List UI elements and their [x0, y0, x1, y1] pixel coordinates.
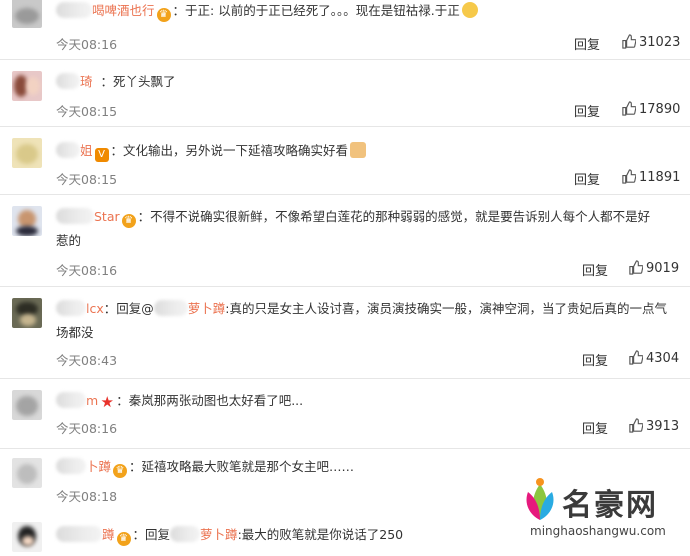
comment-item: m ★ ：秦岚那两张动图也太好看了吧... 今天08:16 回复 3913 — [0, 378, 690, 449]
like-count: 3913 — [646, 419, 680, 434]
reply-target-link[interactable]: 萝卜蹲 — [200, 527, 238, 542]
star-badge-icon: ★ — [100, 393, 114, 411]
comment-text: :最大的败笔就是你说话了250 — [237, 527, 404, 542]
like-button[interactable]: 31023 — [621, 34, 680, 50]
comment-time: 今天08:43 — [56, 353, 118, 368]
comment-text-line-2: 惹的 — [56, 233, 82, 248]
comment-text-line: lcx：回复@ 萝卜蹲:真的只是女主人设讨喜，演员演技确实一般，演神空洞，当了贵妃… — [56, 298, 672, 320]
reply-target-mask — [153, 300, 188, 316]
comment-text: 死丫头飘了 — [113, 74, 176, 89]
comment-time: 今天08:18 — [56, 489, 118, 504]
reply-prefix: 回复 — [145, 527, 171, 542]
avatar[interactable] — [12, 71, 42, 101]
username-mask — [56, 208, 94, 224]
username-mask — [56, 300, 86, 316]
thumbs-up-icon — [622, 101, 637, 116]
username-link[interactable]: 卜蹲 — [86, 459, 111, 474]
like-count: 4304 — [646, 351, 680, 366]
crown-badge-icon: ♛ — [156, 8, 171, 22]
avatar[interactable] — [12, 458, 42, 488]
watermark-title: 名豪网 — [562, 488, 658, 523]
reply-button[interactable]: 回复 — [582, 260, 608, 279]
comment-text-line: m ★ ：秦岚那两张动图也太好看了吧... — [56, 390, 672, 412]
username-mask — [56, 392, 86, 408]
comment-text-line-2: 场都没 — [56, 325, 94, 340]
username-mask — [56, 458, 86, 474]
comment-time: 今天08:16 — [56, 263, 118, 278]
username-link[interactable]: 蹲 — [102, 527, 115, 542]
verified-badge-icon: V — [94, 148, 109, 162]
username-link[interactable]: 姐 — [80, 143, 93, 158]
crown-badge-icon: ♛ — [113, 464, 128, 478]
like-button[interactable]: 17890 — [621, 101, 680, 117]
username-link[interactable]: lcx — [86, 301, 104, 316]
comment-time: 今天08:16 — [56, 37, 118, 52]
username-link[interactable]: 喝啤酒也行 — [92, 3, 155, 18]
username-mask — [56, 526, 102, 542]
like-count: 31023 — [639, 35, 681, 50]
username-link[interactable]: 琦 — [80, 74, 93, 89]
comment-text: 秦岚那两张动图也太好看了吧... — [128, 393, 304, 408]
username-link[interactable]: m — [86, 393, 98, 408]
comment-time: 今天08:15 — [56, 172, 118, 187]
like-button[interactable]: 9019 — [628, 260, 679, 276]
comment-text: :真的只是女主人设讨喜，演员演技确实一般，演神空洞，当了贵妃后真的一点气 — [225, 301, 668, 316]
thumbs-up-icon — [622, 34, 637, 49]
like-count: 9019 — [646, 261, 680, 276]
username-link[interactable]: Star — [94, 209, 120, 224]
reply-button[interactable]: 回复 — [574, 101, 600, 120]
reply-button[interactable]: 回复 — [574, 34, 600, 53]
like-button[interactable]: 4304 — [628, 350, 679, 366]
comment-text-line: 喝啤酒也行 ♛ ：于正: 以前的于正已经死了。。。现在是钮祜禄.于正 — [56, 0, 672, 22]
reply-target-mask — [170, 526, 201, 542]
avatar[interactable] — [12, 206, 42, 236]
comment-item: lcx：回复@ 萝卜蹲:真的只是女主人设讨喜，演员演技确实一般，演神空洞，当了贵妃… — [0, 286, 690, 379]
avatar[interactable] — [12, 298, 42, 328]
username-mask — [56, 2, 92, 18]
reply-button[interactable]: 回复 — [582, 418, 608, 437]
reply-button[interactable]: 回复 — [574, 169, 600, 188]
comment-time: 今天08:16 — [56, 421, 118, 436]
site-watermark: 名豪网 minghaoshangwu.com — [510, 472, 685, 546]
thumbs-up-icon — [629, 350, 644, 365]
comment-time: 今天08:15 — [56, 104, 118, 119]
reply-button[interactable]: 回复 — [582, 350, 608, 369]
comment-item: 喝啤酒也行 ♛ ：于正: 以前的于正已经死了。。。现在是钮祜禄.于正 今天08:16… — [0, 0, 690, 60]
avatar[interactable] — [12, 0, 42, 28]
comment-text: 延禧攻略最大败笔就是那个女主吧…… — [141, 459, 355, 474]
comment-text: 文化输出，另外说一下延禧攻略确实好看 — [123, 143, 349, 158]
comment-text-line: 姐 V ：文化输出，另外说一下延禧攻略确实好看 — [56, 140, 672, 162]
avatar[interactable] — [12, 138, 42, 168]
username-mask — [56, 73, 80, 89]
comment-text: 不得不说确实很新鲜，不像希望白莲花的那种弱弱的感觉，就是要告诉别人每个人都不是好 — [150, 209, 651, 224]
avatar[interactable] — [12, 522, 42, 552]
reply-prefix: 回复@ — [116, 301, 154, 316]
leaf-logo-icon — [526, 478, 554, 520]
doge-emoji-icon — [461, 2, 478, 18]
comment-text-line: Star ♛ ：不得不说确实很新鲜，不像希望白莲花的那种弱弱的感觉，就是要告诉别人每… — [56, 206, 672, 228]
reply-target-link[interactable]: 萝卜蹲 — [188, 301, 226, 316]
like-count: 11891 — [639, 170, 681, 185]
like-button[interactable]: 11891 — [621, 169, 680, 185]
thumbs-up-emoji-icon — [350, 142, 367, 158]
like-button[interactable]: 3913 — [628, 418, 679, 434]
username-mask — [56, 142, 80, 158]
thumbs-up-icon — [629, 418, 644, 433]
crown-badge-icon: ♛ — [121, 214, 136, 228]
crown-badge-icon: ♛ — [116, 532, 131, 546]
comment-item: 琦：死丫头飘了 今天08:15 回复 17890 — [0, 59, 690, 127]
avatar[interactable] — [12, 390, 42, 420]
thumbs-up-icon — [622, 169, 637, 184]
comment-text-line: 琦：死丫头飘了 — [56, 71, 672, 93]
comment-text: 于正: 以前的于正已经死了。。。现在是钮祜禄.于正 — [185, 3, 460, 18]
comment-item: Star ♛ ：不得不说确实很新鲜，不像希望白莲花的那种弱弱的感觉，就是要告诉别人每… — [0, 194, 690, 287]
thumbs-up-icon — [629, 260, 644, 275]
like-count: 17890 — [639, 102, 681, 117]
comment-item: 姐 V ：文化输出，另外说一下延禧攻略确实好看 今天08:15 回复 11891 — [0, 126, 690, 195]
watermark-url: minghaoshangwu.com — [530, 524, 666, 538]
